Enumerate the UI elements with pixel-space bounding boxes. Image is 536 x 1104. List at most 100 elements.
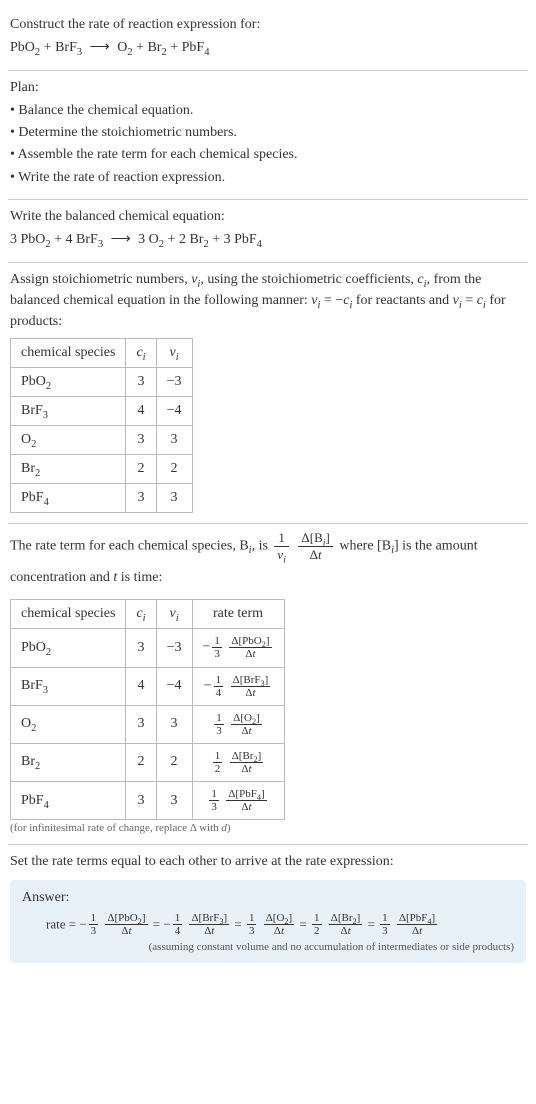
subscript: 4 — [44, 497, 49, 508]
denominator: 4 — [214, 687, 224, 699]
denominator: Δt — [189, 925, 229, 937]
fraction: Δ[O2]Δt — [231, 712, 261, 737]
denominator: 2 — [213, 763, 223, 775]
close: ] — [357, 912, 361, 924]
cell-rateterm: 13 Δ[PbF4]Δt — [192, 782, 284, 820]
table-row: Br2 2 2 — [11, 455, 193, 484]
cell-species: O2 — [11, 705, 126, 743]
eq: = — [150, 917, 164, 932]
subscript: 2 — [46, 381, 51, 392]
sp: Br — [21, 754, 35, 769]
th-species: chemical species — [11, 600, 126, 629]
answer-box: Answer: rate = −13 Δ[PbO2]Δt = −14 Δ[BrF… — [10, 880, 526, 963]
species: Br — [147, 40, 161, 55]
fraction: 13 — [380, 912, 390, 937]
numerator: Δ[BrF3] — [231, 674, 271, 687]
subscript: 3 — [98, 239, 103, 250]
stoich-table: chemical species ci νi PbO2 3 −3 BrF3 4 … — [10, 338, 193, 513]
fraction: 12 — [213, 750, 223, 775]
rateterm-table: chemical species ci νi rate term PbO2 3 … — [10, 599, 285, 820]
delta-t: Δt — [310, 547, 322, 562]
fraction: 1νi — [274, 530, 289, 562]
text: The rate term for each chemical species,… — [10, 539, 249, 554]
numerator: Δ[O2] — [231, 712, 261, 725]
numerator: Δ[PbF4] — [226, 788, 266, 801]
text: = − — [320, 293, 343, 308]
close: ] — [223, 912, 227, 924]
subscript: 2 — [46, 647, 51, 658]
final-title: Set the rate terms equal to each other t… — [10, 851, 526, 872]
subscript: i — [176, 352, 179, 363]
cell-nu: 3 — [156, 426, 192, 455]
subscript: 3 — [43, 410, 48, 421]
text: where [B — [336, 539, 391, 554]
denominator: 4 — [173, 925, 183, 937]
cell-nu: 3 — [156, 782, 192, 820]
fraction: Δ[O2]Δt — [264, 912, 294, 937]
subscript: 2 — [35, 761, 40, 772]
th-species: chemical species — [11, 339, 126, 368]
delta: Δ[PbF — [228, 788, 256, 800]
cell-rateterm: −14 Δ[BrF3]Δt — [192, 667, 284, 705]
fraction: Δ[PbF4]Δt — [226, 788, 266, 813]
denominator: 3 — [212, 648, 222, 660]
numerator: 1 — [247, 912, 257, 925]
plan-item: • Balance the chemical equation. — [10, 100, 526, 122]
denominator: Δt — [264, 925, 294, 937]
cell-species: PbF4 — [11, 782, 126, 820]
text: Assign stoichiometric numbers, — [10, 272, 191, 287]
denominator: 3 — [247, 925, 257, 937]
rateterm-text: The rate term for each chemical species,… — [10, 530, 526, 593]
cell-c: 3 — [126, 368, 156, 397]
fraction: Δ[BrF3]Δt — [231, 674, 271, 699]
numerator: 1 — [209, 788, 219, 801]
sp: BrF — [21, 403, 43, 418]
sign: − — [163, 917, 170, 932]
plan-item: • Assemble the rate term for each chemic… — [10, 144, 526, 166]
cell-c: 2 — [126, 743, 156, 781]
fraction: 13 — [212, 635, 222, 660]
text: = — [462, 293, 477, 308]
cell-rateterm: −13 Δ[PbO2]Δt — [192, 629, 284, 667]
denominator: Δt — [229, 648, 271, 660]
fraction: 12 — [312, 912, 322, 937]
fraction: Δ[PbO2]Δt — [105, 912, 147, 937]
denominator: 3 — [214, 725, 224, 737]
term: + 3 PbF — [209, 232, 257, 247]
cell-nu: 2 — [156, 455, 192, 484]
delta: Δ[O — [266, 912, 285, 924]
cell-c: 2 — [126, 455, 156, 484]
cell-species: Br2 — [11, 455, 126, 484]
sp: O — [21, 716, 31, 731]
plus: + — [133, 40, 148, 55]
arrow-icon: ⟶ — [86, 40, 114, 55]
subscript: 4 — [257, 239, 262, 250]
answer-label: Answer: — [22, 890, 514, 906]
cell-c: 3 — [126, 629, 156, 667]
species: O — [117, 40, 127, 55]
rate-label: rate = — [46, 917, 79, 932]
rateterm-note: (for infinitesimal rate of change, repla… — [10, 822, 526, 834]
plan-item: • Write the rate of reaction expression. — [10, 167, 526, 189]
cell-c: 3 — [126, 426, 156, 455]
close: ] — [265, 674, 269, 686]
sp: BrF — [21, 678, 43, 693]
cell-nu: −3 — [156, 368, 192, 397]
subscript: i — [143, 613, 146, 624]
species: BrF — [55, 40, 77, 55]
balanced-section: Write the balanced chemical equation: 3 … — [8, 200, 528, 262]
term: + 4 BrF — [51, 232, 98, 247]
delta: Δ[Br — [331, 912, 353, 924]
fraction: Δ[PbF4]Δt — [397, 912, 437, 937]
plan-item: • Determine the stoichiometric numbers. — [10, 122, 526, 144]
delta: Δ[PbF — [399, 912, 427, 924]
term: 3 PbO — [10, 232, 45, 247]
numerator: Δ[O2] — [264, 912, 294, 925]
table-row: PbO2 3 −3 — [11, 368, 193, 397]
eq: = — [231, 917, 245, 932]
table-header-row: chemical species ci νi — [11, 339, 193, 368]
balanced-equation: 3 PbO2 + 4 BrF3 ⟶ 3 O2 + 2 Br2 + 3 PbF4 — [10, 227, 526, 252]
cell-species: BrF3 — [11, 397, 126, 426]
fraction: 13 — [247, 912, 257, 937]
denominator: 2 — [312, 925, 322, 937]
